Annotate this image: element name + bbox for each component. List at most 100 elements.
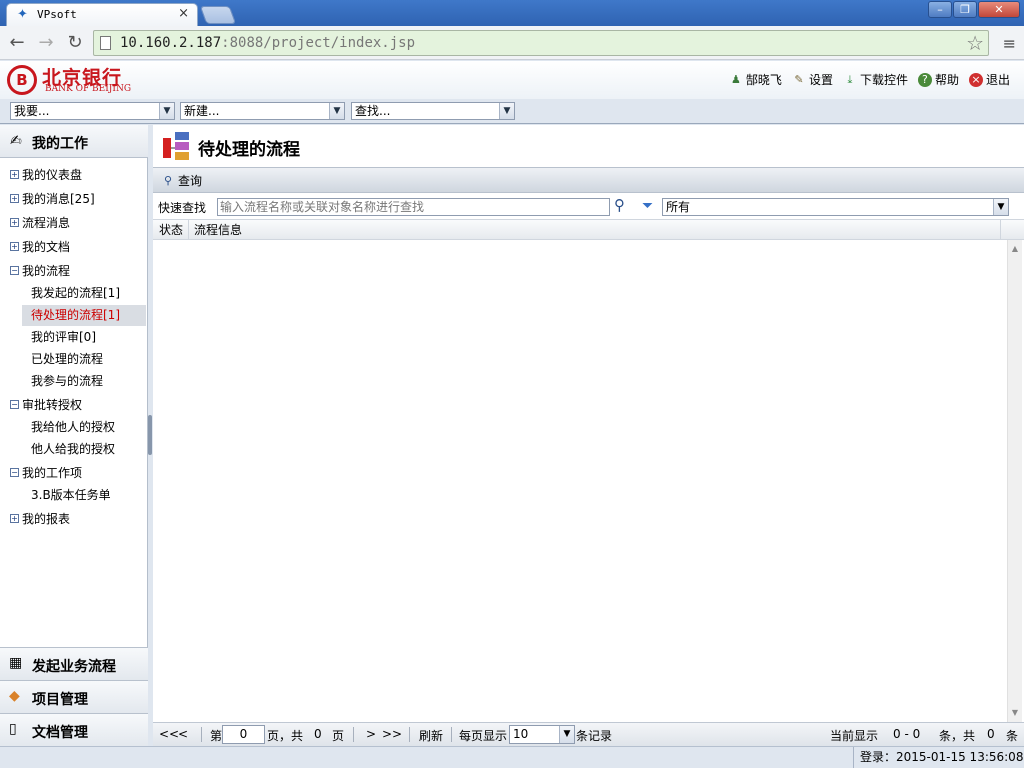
current-display-label: 当前显示 <box>830 729 879 743</box>
browser-titlebar: ✦ VPsoft × – ❐ ✕ <box>0 0 1024 26</box>
window-close-button[interactable]: ✕ <box>978 1 1020 18</box>
new-select[interactable]: 新建... ▼ <box>180 102 345 120</box>
page-icon <box>100 36 111 50</box>
logout-icon: × <box>968 72 983 87</box>
next-page-button[interactable]: > <box>366 727 376 741</box>
sidebar-subitem-started[interactable]: 我发起的流程[1] <box>22 283 146 304</box>
user-icon: ♟ <box>730 72 741 86</box>
collapse-icon: − <box>10 265 19 275</box>
per-page-select[interactable]: 10 ▼ <box>509 725 575 744</box>
action-select-row: 我要... ▼ 新建... ▼ 查找... ▼ <box>0 99 1024 124</box>
sidebar-subitem-processed[interactable]: 已处理的流程 <box>22 349 146 370</box>
scroll-up-icon[interactable]: ▲ <box>1008 242 1022 256</box>
process-list-icon <box>163 132 189 160</box>
settings-link[interactable]: ✎ 设置 <box>792 71 833 88</box>
tab-title: VPsoft <box>37 8 77 21</box>
sidebar-item-approval[interactable]: − 审批转授权 <box>10 395 82 413</box>
sidebar-subitem-granted-to-others[interactable]: 我给他人的授权 <box>22 417 146 438</box>
total-prefix: 条，共 <box>939 729 976 743</box>
maximize-button[interactable]: ❐ <box>953 1 977 18</box>
sidebar-subitem-participated[interactable]: 我参与的流程 <box>22 371 146 392</box>
sidebar-section-projects[interactable]: ◆ 项目管理 <box>0 680 148 713</box>
first-page-button[interactable]: << <box>159 727 179 741</box>
help-link[interactable]: ? 帮助 <box>917 71 959 88</box>
sidebar-item-reports[interactable]: + 我的报表 <box>10 509 70 527</box>
sidebar-section-start-process[interactable]: ▦ 发起业务流程 <box>0 647 148 680</box>
minimize-button[interactable]: – <box>928 1 952 18</box>
bookmark-star-icon[interactable]: ☆ <box>966 31 984 55</box>
download-icon: ⤓ <box>847 72 853 86</box>
divider <box>201 727 202 742</box>
address-bar[interactable]: 10.160.2.187:8088/project/index.jsp ☆ <box>93 30 989 56</box>
expand-icon: + <box>10 193 19 203</box>
sidebar-item-dashboard[interactable]: + 我的仪表盘 <box>10 165 82 183</box>
divider <box>353 727 354 742</box>
column-status[interactable]: 状态 <box>153 220 189 240</box>
chevron-down-icon: ▼ <box>499 103 514 119</box>
bank-logo-icon: B <box>7 65 37 95</box>
sidebar-subitem-pending[interactable]: 待处理的流程[1] <box>22 305 146 326</box>
per-page-label: 每页显示 <box>459 729 508 743</box>
project-icon: ◆ <box>9 688 20 704</box>
url-text: 10.160.2.187:8088/project/index.jsp <box>120 35 416 51</box>
sidebar-subitem-granted-to-me[interactable]: 他人给我的授权 <box>22 439 146 460</box>
forward-arrow-icon[interactable]: → <box>35 33 57 53</box>
find-select[interactable]: 查找... ▼ <box>351 102 515 120</box>
filter-icon[interactable]: ⏷ <box>642 198 653 214</box>
splitter-grip[interactable] <box>148 415 152 455</box>
browser-tab[interactable]: ✦ VPsoft × <box>6 3 198 26</box>
page-number-input[interactable]: 0 <box>222 725 265 744</box>
user-link[interactable]: ♟ 郜晓飞 <box>729 71 782 88</box>
sidebar: ✍ 我的工作 + 我的仪表盘 + 我的消息[25] + 流程消息 + 我的文档 − 我的流… <box>0 125 148 746</box>
back-arrow-icon[interactable]: ← <box>6 33 28 53</box>
search-icon[interactable]: ⚲ <box>614 196 625 214</box>
logout-link[interactable]: × 退出 <box>968 71 1010 88</box>
divider <box>409 727 410 742</box>
table-header: 状态 流程信息 <box>153 219 1024 240</box>
new-tab-button[interactable] <box>199 6 237 24</box>
total-count: 0 <box>987 727 995 741</box>
expand-icon: + <box>10 513 19 523</box>
sidebar-subitem-task[interactable]: 3.B版本任务单 <box>22 485 146 506</box>
query-toolbar: ⚲ 查询 <box>153 167 1024 193</box>
sidebar-item-my-process[interactable]: − 我的流程 <box>10 261 70 279</box>
sidebar-section-documents[interactable]: ▯ 文档管理 <box>0 713 148 746</box>
query-button[interactable]: ⚲ 查询 <box>161 172 202 189</box>
filter-select[interactable]: 所有 ▼ <box>662 198 1009 216</box>
scroll-down-icon[interactable]: ▼ <box>1008 706 1022 720</box>
status-bar: 登录：2015-01-15 13:56:08 <box>0 746 1024 768</box>
sidebar-item-messages[interactable]: + 我的消息[25] <box>10 189 95 207</box>
records-label: 条记录 <box>576 729 613 743</box>
refresh-button[interactable]: 刷新 <box>419 727 443 744</box>
sidebar-header[interactable]: ✍ 我的工作 <box>0 125 148 158</box>
user-nav: ♟ 郜晓飞 ✎ 设置 ⤓ 下载控件 ? 帮助 × 退出 <box>729 71 1010 88</box>
chevron-down-icon: ▼ <box>329 103 344 119</box>
column-process-info[interactable]: 流程信息 <box>189 220 1001 240</box>
search-input[interactable]: 输入流程名称或关联对象名称进行查找 <box>217 198 610 216</box>
vertical-scrollbar[interactable]: ▲ ▼ <box>1007 240 1022 722</box>
expand-icon: + <box>10 169 19 179</box>
divider <box>451 727 452 742</box>
chevron-down-icon: ▼ <box>159 103 174 119</box>
tab-close-icon[interactable]: × <box>178 6 189 21</box>
sidebar-item-documents[interactable]: + 我的文档 <box>10 237 70 255</box>
expand-icon: + <box>10 217 19 227</box>
search-icon: ⚲ <box>163 173 173 187</box>
reload-icon[interactable]: ↻ <box>64 33 86 53</box>
download-link[interactable]: ⤓ 下载控件 <box>843 71 908 88</box>
browser-toolbar: ← → ↻ 10.160.2.187:8088/project/index.js… <box>0 26 1024 60</box>
chevron-down-icon: ▼ <box>559 726 574 743</box>
sidebar-subitem-reviews[interactable]: 我的评审[0] <box>22 327 146 348</box>
want-select[interactable]: 我要... ▼ <box>10 102 175 120</box>
sidebar-item-workitems[interactable]: − 我的工作项 <box>10 463 82 481</box>
quick-find-label: 快速查找 <box>158 201 207 215</box>
prev-page-button[interactable]: < <box>178 727 188 741</box>
pagination-bar: << < 第 0 页，共 0 页 > >> 刷新 每页显示 10 ▼ 条记录 当前… <box>153 722 1024 746</box>
page-title: 待处理的流程 <box>198 140 300 160</box>
chevron-down-icon: ▼ <box>993 199 1008 215</box>
browser-menu-icon[interactable]: ≡ <box>1003 34 1016 53</box>
vpsoft-icon: ✦ <box>17 7 28 22</box>
sidebar-item-process-messages[interactable]: + 流程消息 <box>10 213 70 231</box>
last-page-button[interactable]: >> <box>382 727 402 741</box>
expand-icon: + <box>10 241 19 251</box>
